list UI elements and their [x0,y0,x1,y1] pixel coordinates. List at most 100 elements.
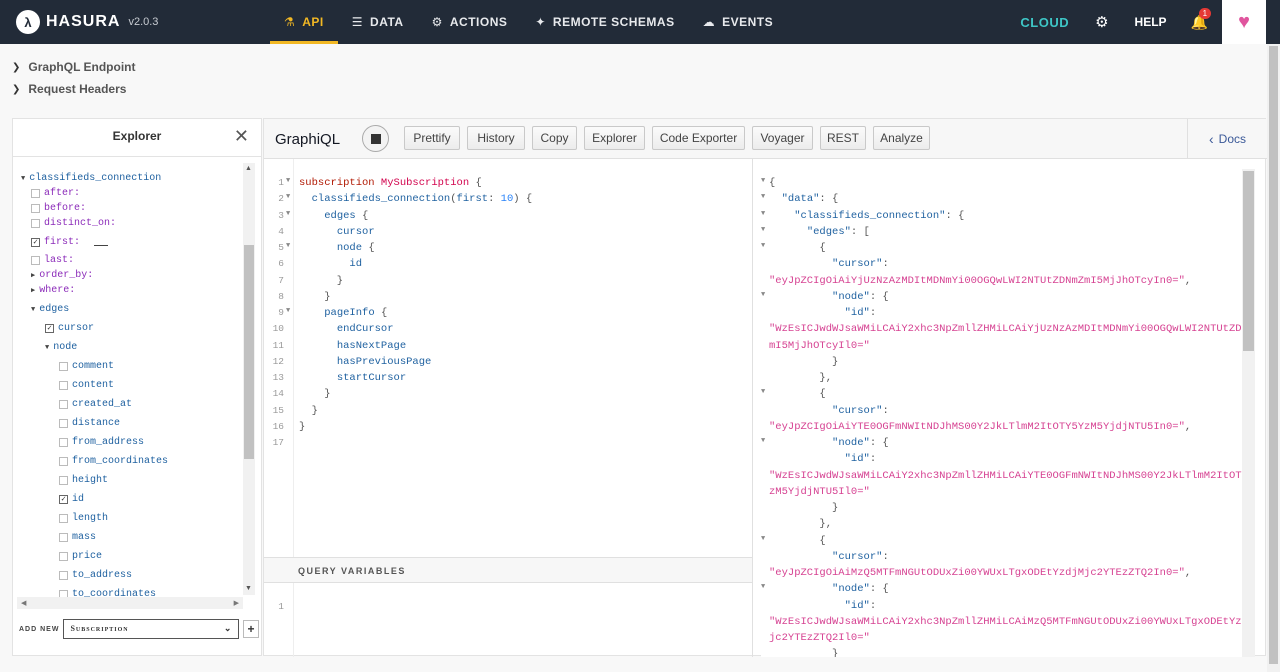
checkbox-icon[interactable] [59,476,68,485]
scrollbar-thumb[interactable] [1269,46,1278,664]
explorer-row[interactable]: created_at [59,399,132,410]
code-exporter-button[interactable]: Code Exporter [652,126,745,150]
fold-icon[interactable]: ▼ [286,210,290,218]
operation-type-select[interactable]: Subscription ⌄ [63,619,240,639]
checkbox-icon[interactable] [59,457,68,466]
checkbox-icon[interactable] [31,256,40,265]
history-button[interactable]: History [467,126,525,150]
explorer-row[interactable]: ▶ order_by: [31,270,93,281]
explorer-row[interactable]: ▼ node [45,342,77,353]
caret-down-icon[interactable]: ▼ [31,306,35,314]
explorer-row[interactable]: to_address [59,570,132,581]
voyager-button[interactable]: Voyager [752,126,813,150]
result-scrollbar[interactable] [1242,169,1255,657]
fold-icon[interactable]: ▼ [761,226,765,234]
explorer-row[interactable]: from_address [59,437,144,448]
prettify-button[interactable]: Prettify [404,126,460,150]
explorer-row[interactable]: to_coordinates [59,589,156,597]
fold-icon[interactable]: ▼ [761,535,765,543]
nav-actions[interactable]: ⚙ ACTIONS [418,0,522,44]
fold-icon[interactable]: ▼ [761,210,765,218]
scroll-down-icon[interactable]: ▼ [245,585,252,592]
fold-icon[interactable]: ▼ [286,177,290,185]
explorer-scrollbar[interactable]: ▲ ▼ [243,163,255,595]
page-scrollbar[interactable] [1267,44,1280,672]
explorer-row[interactable]: height [59,475,108,486]
checkbox-icon[interactable] [59,552,68,561]
explorer-row[interactable]: ▼ classifieds_connection [21,173,161,184]
explorer-row[interactable]: content [59,380,114,391]
explorer-row[interactable]: from_coordinates [59,456,168,467]
checkbox-icon[interactable] [59,362,68,371]
checkbox-checked-icon[interactable]: ✓ [45,324,54,333]
caret-down-icon[interactable]: ▼ [45,344,49,352]
checkbox-icon[interactable] [59,533,68,542]
docs-button[interactable]: ‹ Docs [1187,119,1267,159]
caret-right-icon[interactable]: ▶ [31,286,35,295]
add-operation-button[interactable]: + [243,620,260,638]
checkbox-checked-icon[interactable]: ✓ [59,495,68,504]
checkbox-icon[interactable] [31,219,40,228]
checkbox-icon[interactable] [31,204,40,213]
checkbox-icon[interactable] [59,419,68,428]
scroll-left-icon[interactable]: ◀ [21,599,26,607]
copy-button[interactable]: Copy [532,126,577,150]
fold-icon[interactable]: ▼ [761,583,765,591]
checkbox-checked-icon[interactable]: ✓ [31,238,40,247]
brand[interactable]: λ HASURA v2.0.3 [16,10,158,34]
result-viewer[interactable]: ▼{▼ "data": {▼ "classifieds_connection":… [761,159,1247,657]
checkbox-icon[interactable] [59,590,68,597]
nav-api[interactable]: ⚗ API [270,0,338,44]
fold-icon[interactable]: ▼ [761,177,765,185]
nav-events[interactable]: ☁ EVENTS [689,0,788,44]
checkbox-icon[interactable] [59,571,68,580]
explorer-row[interactable]: ▼ edges [31,304,69,315]
checkbox-icon[interactable] [59,438,68,447]
query-variables-header[interactable]: QUERY VARIABLES [264,557,753,583]
gear-icon[interactable]: ⚙ [1095,13,1108,31]
explorer-row[interactable]: after: [31,188,80,199]
explorer-row[interactable]: ✓ first: [31,237,109,248]
explorer-row[interactable]: comment [59,361,114,372]
stop-button[interactable] [362,125,389,152]
fold-icon[interactable]: ▼ [761,193,765,201]
fold-icon[interactable]: ▼ [761,242,765,250]
explorer-row[interactable]: before: [31,203,86,214]
query-editor[interactable]: 1 ▼ subscription MySubscription {2 ▼ classi… [264,159,753,557]
scrollbar-thumb[interactable] [244,245,254,459]
explorer-row[interactable]: mass [59,532,96,543]
explorer-row[interactable]: length [59,513,108,524]
help-link[interactable]: HELP [1135,15,1167,29]
nav-data[interactable]: ☰ DATA [338,0,418,44]
analyze-button[interactable]: Analyze [873,126,930,150]
scroll-up-icon[interactable]: ▲ [245,165,252,172]
explorer-hscrollbar[interactable]: ◀ ▶ [17,597,243,609]
checkbox-icon[interactable] [59,514,68,523]
close-icon[interactable]: ✕ [234,126,249,147]
explorer-row[interactable]: ▶ where: [31,285,75,296]
checkbox-icon[interactable] [59,400,68,409]
scroll-right-icon[interactable]: ▶ [234,599,239,607]
caret-right-icon[interactable]: ▶ [31,271,35,280]
explorer-row[interactable]: last: [31,255,74,266]
fold-icon[interactable]: ▼ [761,437,765,445]
explorer-row[interactable]: ✓ id [59,494,84,505]
explorer-row[interactable]: price [59,551,102,562]
explorer-button[interactable]: Explorer [584,126,645,150]
checkbox-icon[interactable] [31,189,40,198]
argument-value-input[interactable] [94,240,109,246]
nav-remote-schemas[interactable]: ✦ REMOTE SCHEMAS [521,0,688,44]
cloud-link[interactable]: CLOUD [1020,15,1069,30]
checkbox-icon[interactable] [59,381,68,390]
fold-icon[interactable]: ▼ [286,307,290,315]
scrollbar-thumb[interactable] [1243,171,1254,351]
bell-icon[interactable]: 🔔 1 [1191,7,1212,31]
rest-button[interactable]: REST [820,126,866,150]
request-headers-toggle[interactable]: ❯ Request Headers [12,82,126,96]
query-variables-editor[interactable]: 1 [264,583,753,657]
explorer-row[interactable]: distance [59,418,120,429]
explorer-row[interactable]: distinct_on: [31,218,116,229]
fold-icon[interactable]: ▼ [761,291,765,299]
caret-down-icon[interactable]: ▼ [21,175,25,183]
fold-icon[interactable]: ▼ [286,242,290,250]
